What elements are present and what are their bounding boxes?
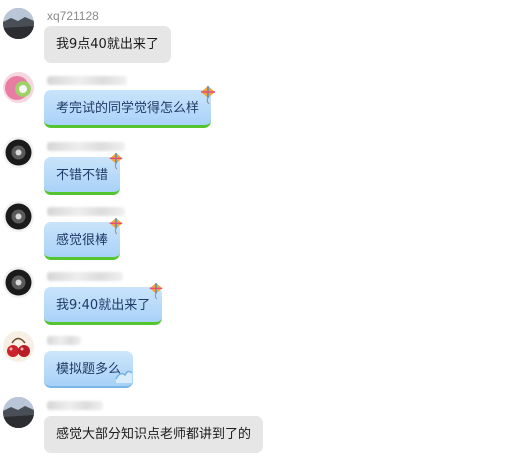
- message-bubble[interactable]: 感觉大部分知识点老师都讲到了的: [44, 416, 264, 453]
- sender-name-blurred: [47, 207, 125, 216]
- message-bubble[interactable]: 我9:40就出来了: [44, 287, 163, 325]
- kite-sticker-icon: [199, 85, 217, 109]
- avatar-dark-ring[interactable]: [3, 201, 34, 232]
- sender-name-blurred: [47, 336, 81, 345]
- sender-name-blurred: [47, 76, 127, 85]
- sender-name-blurred: [47, 142, 125, 151]
- message-bubble[interactable]: 考完试的同学觉得怎么样: [44, 90, 212, 128]
- avatar-dark-ring[interactable]: [3, 137, 34, 168]
- kite-sticker-icon: [108, 152, 124, 174]
- sender-name: xq721128: [47, 9, 99, 23]
- avatar-cherries[interactable]: [3, 331, 34, 362]
- kite-sticker-icon: [108, 217, 124, 239]
- wave-sticker-icon: [114, 365, 134, 389]
- sender-name-blurred: [47, 272, 123, 281]
- kite-sticker-icon: [148, 282, 164, 304]
- avatar-landscape[interactable]: [3, 8, 34, 39]
- sender-name-blurred: [47, 401, 103, 410]
- avatar-landscape[interactable]: [3, 397, 34, 428]
- avatar-dark-ring[interactable]: [3, 267, 34, 298]
- avatar-pink-ring[interactable]: [3, 72, 34, 103]
- message-bubble[interactable]: 我9点40就出来了: [44, 26, 171, 63]
